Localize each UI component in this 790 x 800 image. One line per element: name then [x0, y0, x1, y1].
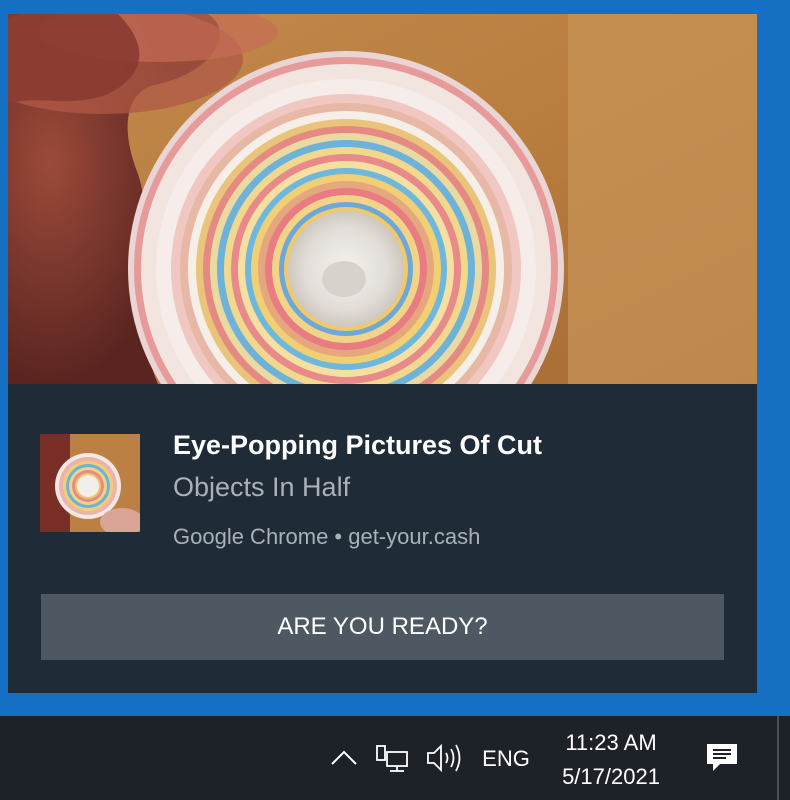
- clock-date: 5/17/2021: [562, 764, 660, 789]
- taskbar-clock[interactable]: 11:23 AM 5/17/2021: [546, 726, 676, 794]
- language-indicator[interactable]: ENG: [476, 744, 536, 774]
- toast-notification[interactable]: Eye-Popping Pictures Of Cut Objects In H…: [8, 14, 757, 693]
- network-icon[interactable]: [374, 740, 412, 776]
- notification-subtitle: Objects In Half: [173, 472, 351, 502]
- hero-image[interactable]: [8, 14, 757, 384]
- notification-thumbnail: [40, 434, 140, 532]
- notification-attribution: Google Chrome • get-your.cash: [173, 524, 481, 549]
- taskbar: ENG 11:23 AM 5/17/2021: [0, 716, 790, 800]
- thumbnail-image: [40, 434, 140, 532]
- speaker-icon[interactable]: [424, 740, 464, 776]
- notification-title: Eye-Popping Pictures Of Cut: [173, 430, 543, 460]
- notification-content[interactable]: Eye-Popping Pictures Of Cut Objects In H…: [8, 384, 757, 693]
- clock-time: 11:23 AM: [565, 730, 657, 755]
- chevron-up-icon[interactable]: [328, 742, 360, 774]
- action-center-icon[interactable]: [702, 740, 742, 776]
- show-desktop-divider[interactable]: [777, 716, 779, 800]
- cut-candy-image: [8, 14, 757, 384]
- are-you-ready-button[interactable]: ARE YOU READY?: [41, 594, 724, 660]
